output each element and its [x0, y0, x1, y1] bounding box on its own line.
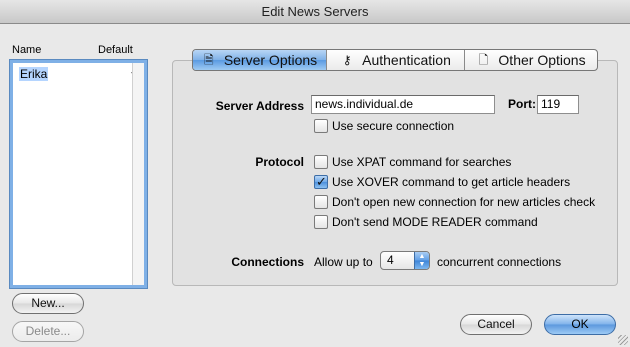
connections-label: Connections [231, 255, 304, 269]
no-mode-reader-checkbox[interactable] [314, 215, 328, 229]
tab-server-options[interactable]: 🗎 Server Options [193, 50, 327, 70]
no-mode-reader-label[interactable]: Don't send MODE READER command [332, 215, 538, 229]
server-options-icon: 🗎 [203, 53, 214, 67]
secure-connection-checkbox[interactable] [314, 119, 328, 133]
no-new-connection-checkbox[interactable] [314, 195, 328, 209]
column-header-default[interactable]: Default [98, 44, 133, 56]
window-title: Edit News Servers [0, 0, 630, 24]
port-input[interactable]: 119 [537, 95, 579, 114]
resize-grip-icon[interactable] [618, 335, 628, 345]
no-new-connection-label[interactable]: Don't open new connection for new articl… [332, 195, 595, 209]
tab-other-options[interactable]: 🗋 Other Options [465, 50, 597, 70]
concurrent-connections-label: concurrent connections [437, 255, 562, 269]
list-scrollbar[interactable] [132, 63, 144, 285]
ok-button[interactable]: OK [544, 314, 616, 335]
connections-popup[interactable]: 4 ▲ ▼ [380, 251, 430, 270]
server-address-label: Server Address [215, 99, 304, 113]
secure-connection-label[interactable]: Use secure connection [332, 119, 454, 133]
connections-value: 4 [387, 253, 394, 267]
xover-label[interactable]: Use XOVER command to get article headers [332, 175, 570, 189]
tab-label: Authentication [362, 52, 451, 68]
tab-label: Server Options [223, 52, 318, 68]
column-header-name[interactable]: Name [12, 44, 41, 56]
server-row[interactable]: Erika √ [15, 66, 143, 82]
xpat-checkbox[interactable] [314, 155, 328, 169]
delete-server-button[interactable]: Delete... [12, 321, 84, 342]
new-server-button[interactable]: New... [12, 293, 84, 314]
tab-bar: 🗎 Server Options ⚷ Authentication 🗋 Othe… [192, 49, 598, 71]
server-address-input[interactable]: news.individual.de [311, 95, 495, 114]
tab-authentication[interactable]: ⚷ Authentication [327, 50, 465, 70]
port-label: Port: [508, 97, 536, 111]
tab-label: Other Options [498, 52, 586, 68]
server-name[interactable]: Erika [19, 67, 49, 81]
popup-arrows-icon: ▲ ▼ [414, 252, 429, 269]
xover-checkbox[interactable] [314, 174, 328, 190]
allow-up-to-label: Allow up to [314, 255, 373, 269]
edit-news-servers-window: Edit News Servers Name Default Erika √ N… [0, 0, 630, 347]
other-options-icon: 🗋 [478, 53, 489, 67]
authentication-icon: ⚷ [342, 53, 352, 67]
xpat-label[interactable]: Use XPAT command for searches [332, 155, 511, 169]
cancel-button[interactable]: Cancel [460, 314, 532, 335]
protocol-label: Protocol [255, 155, 304, 169]
server-list[interactable]: Erika √ [10, 60, 147, 288]
